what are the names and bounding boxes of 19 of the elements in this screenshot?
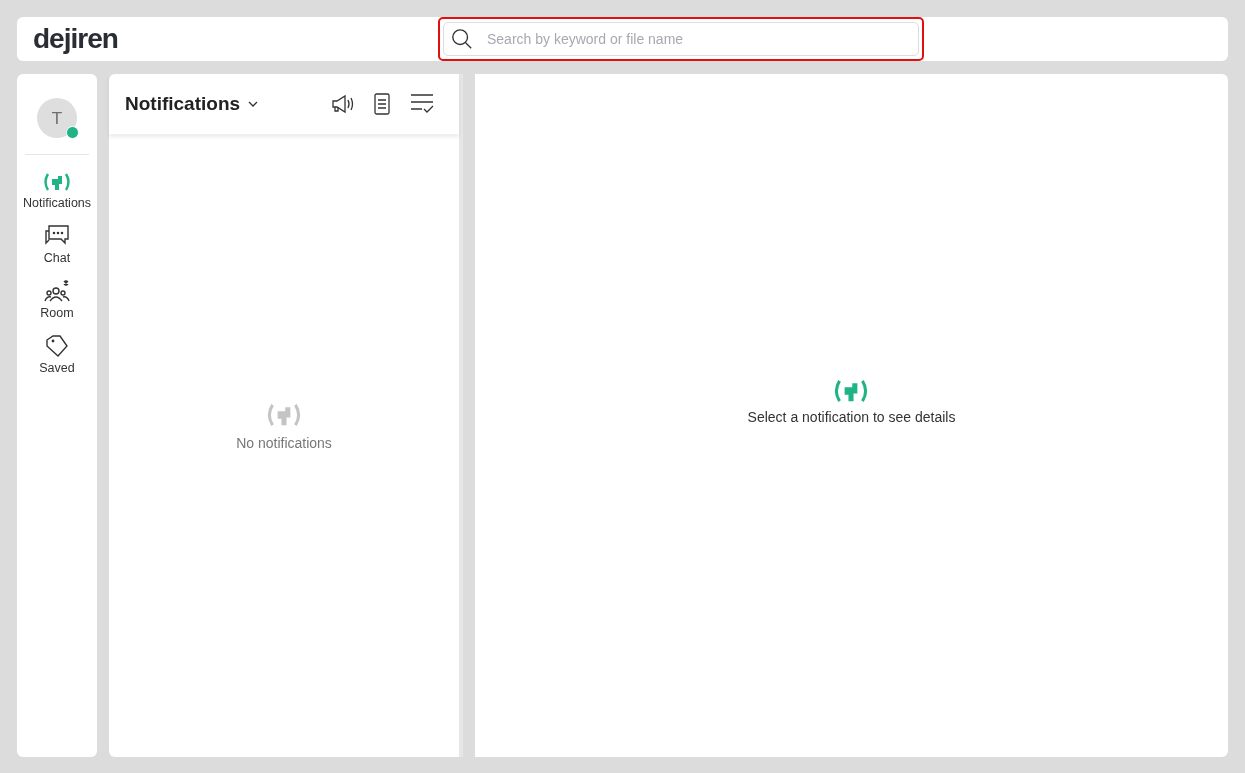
mark-all-read-icon[interactable] <box>409 93 435 115</box>
chat-bubbles-icon <box>44 224 70 248</box>
nav-item[interactable]: Room <box>40 279 74 320</box>
user-avatar[interactable]: T <box>37 98 77 138</box>
nav-item[interactable]: Notifications <box>22 171 92 210</box>
broadcast-icon <box>42 171 72 193</box>
search-field[interactable]: Search by keyword or file name <box>443 22 919 56</box>
nav-item[interactable]: Chat <box>43 224 71 265</box>
document-icon[interactable] <box>373 93 391 115</box>
logo[interactable]: dejiren <box>33 23 118 55</box>
tag-icon <box>45 334 69 358</box>
chevron-down-icon <box>248 101 259 107</box>
megaphone-icon[interactable] <box>331 94 355 114</box>
notifications-dropdown[interactable]: Notifications <box>125 93 259 115</box>
detail-empty-message: Select a notification to see details <box>747 408 956 425</box>
search-icon <box>451 28 473 50</box>
empty-list-message: No notifications <box>236 434 332 451</box>
people-group-icon <box>44 279 70 303</box>
nav-item[interactable]: Saved <box>39 334 75 375</box>
